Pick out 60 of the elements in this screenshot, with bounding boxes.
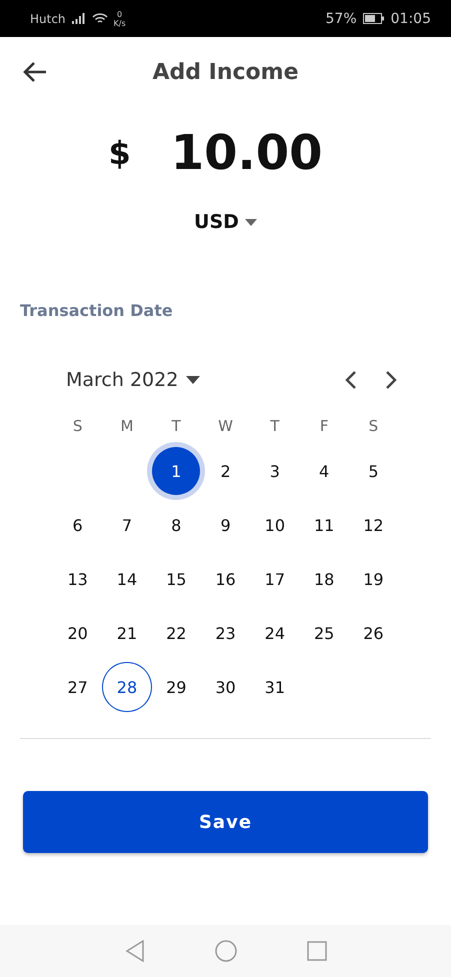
wifi-icon — [92, 12, 108, 24]
currency-symbol: $ — [108, 134, 131, 172]
calendar-day[interactable]: 22 — [152, 608, 201, 658]
chevron-right-icon — [385, 370, 397, 390]
caret-icon — [244, 218, 257, 226]
calendar-day[interactable]: 17 — [250, 554, 300, 604]
section-label: Transaction Date — [20, 301, 174, 320]
back-nav-icon[interactable] — [124, 940, 144, 962]
calendar-day[interactable]: 20 — [53, 608, 102, 658]
calendar-day[interactable]: 18 — [299, 554, 349, 604]
clock-time: 01:05 — [390, 10, 431, 26]
calendar-day[interactable]: 6 — [53, 500, 102, 550]
amount-value: 10.00 — [170, 125, 323, 181]
calendar-day[interactable]: 31 — [250, 662, 300, 712]
page-title: Add Income — [152, 60, 299, 84]
battery-percent: 57% — [326, 10, 357, 26]
weekday-label: M — [119, 416, 134, 437]
calendar-day[interactable]: 2 — [200, 446, 250, 496]
calendar-day[interactable]: 30 — [200, 662, 250, 712]
calendar-day[interactable]: 19 — [348, 554, 398, 604]
calendar-day[interactable]: 11 — [299, 500, 349, 550]
calendar-day[interactable]: 24 — [250, 608, 300, 658]
carrier-name: Hutch — [30, 12, 66, 26]
calendar-day[interactable]: 8 — [152, 500, 201, 550]
recents-nav-icon[interactable] — [306, 941, 326, 961]
speed-unit: K/s — [114, 18, 126, 28]
calendar-day[interactable]: 29 — [152, 662, 201, 712]
weekday-label: F — [318, 416, 330, 437]
calendar-day[interactable]: 16 — [200, 554, 250, 604]
weekday-label: T — [269, 416, 280, 437]
calendar-day[interactable]: 23 — [200, 608, 250, 658]
speed-value: 0 — [117, 10, 122, 18]
calendar-day[interactable]: 27 — [53, 662, 102, 712]
caret-icon — [186, 376, 200, 384]
calendar-day[interactable]: 1 — [152, 447, 200, 495]
calendar-day[interactable]: 21 — [102, 608, 152, 658]
calendar-day[interactable]: 9 — [200, 500, 250, 550]
signal-icon — [72, 13, 86, 24]
calendar-day[interactable]: 3 — [250, 446, 300, 496]
weekday-label: W — [217, 416, 234, 437]
weekday-label: T — [170, 416, 182, 437]
currency-dropdown[interactable]: USD — [190, 207, 261, 237]
calendar-day[interactable]: 14 — [102, 554, 152, 604]
calendar-day[interactable]: 12 — [348, 500, 398, 550]
battery-icon — [362, 13, 385, 24]
month-selector[interactable]: March 2022 — [66, 369, 200, 391]
save-button[interactable]: Save — [23, 791, 428, 853]
calendar-day[interactable]: 25 — [299, 608, 349, 658]
calendar-day[interactable]: 13 — [53, 554, 102, 604]
calendar-day[interactable]: 26 — [348, 608, 398, 658]
calendar-day[interactable]: 4 — [299, 446, 349, 496]
calendar-day[interactable]: 10 — [250, 500, 300, 550]
calendar-day[interactable]: 7 — [102, 500, 152, 550]
calendar-day[interactable]: 5 — [348, 446, 398, 496]
home-nav-icon[interactable] — [214, 940, 236, 962]
calendar-day[interactable]: 15 — [152, 554, 201, 604]
weekday-label: S — [368, 416, 380, 437]
calendar-day[interactable]: 28 — [102, 662, 152, 712]
weekday-label: S — [72, 416, 84, 437]
chevron-left-icon — [345, 370, 357, 390]
